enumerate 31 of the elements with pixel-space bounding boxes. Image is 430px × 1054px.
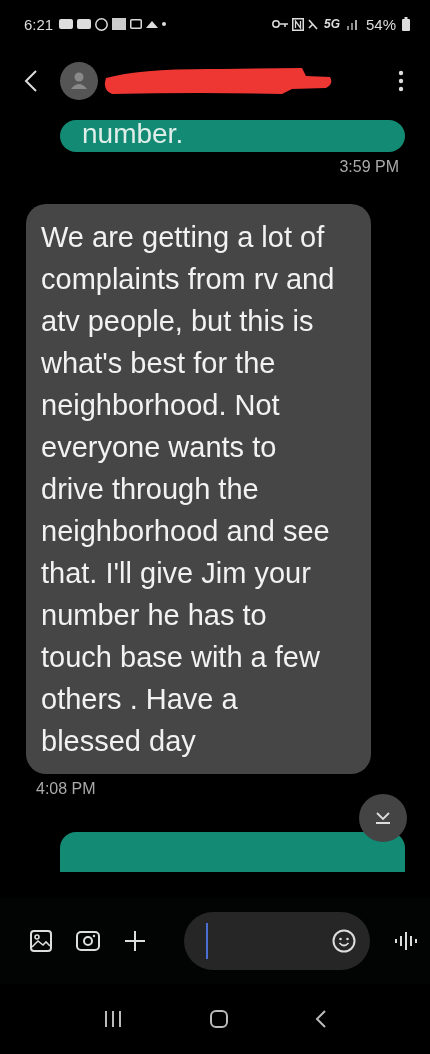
back-button[interactable]	[24, 69, 38, 93]
message-time: 3:59 PM	[338, 157, 400, 177]
more-options-button[interactable]	[398, 70, 404, 92]
notification-app-icon	[77, 19, 92, 29]
emoji-icon[interactable]	[332, 929, 356, 953]
scroll-down-icon	[374, 811, 392, 825]
image-icon	[130, 19, 143, 29]
gallery-button[interactable]	[30, 930, 52, 952]
home-button[interactable]	[209, 1009, 229, 1029]
sent-message-bubble: number.	[60, 120, 405, 152]
nfc-icon	[291, 17, 304, 31]
status-time: 6:21	[24, 15, 54, 33]
recents-button[interactable]	[103, 1009, 123, 1029]
message-time: 4:08 PM	[35, 779, 97, 799]
back-nav-button[interactable]	[315, 1009, 327, 1029]
add-button[interactable]	[124, 930, 146, 952]
battery-percent: 54%	[365, 15, 396, 33]
notification-app-icon	[59, 19, 74, 29]
camera-button[interactable]	[76, 930, 100, 952]
battery-icon	[402, 17, 410, 31]
scroll-down-button[interactable]	[359, 794, 407, 842]
dot-icon	[162, 22, 167, 26]
received-message-bubble: We are getting a lot of complaints from rv and atv people, but this is what's best for the neighborhood. Not everyone wants to drive through the neighborhood and see that. I'll give Jim your number he has to touch base with a few others . Have a blessed day	[26, 204, 371, 774]
network-type: 5G	[323, 17, 340, 31]
notification-app-icon	[112, 18, 127, 30]
mute-icon	[307, 18, 318, 30]
voice-button[interactable]	[394, 930, 418, 952]
key-icon	[271, 20, 288, 28]
signal-icon	[345, 18, 360, 30]
notification-app-icon	[95, 17, 109, 31]
avatar-icon	[60, 62, 98, 100]
